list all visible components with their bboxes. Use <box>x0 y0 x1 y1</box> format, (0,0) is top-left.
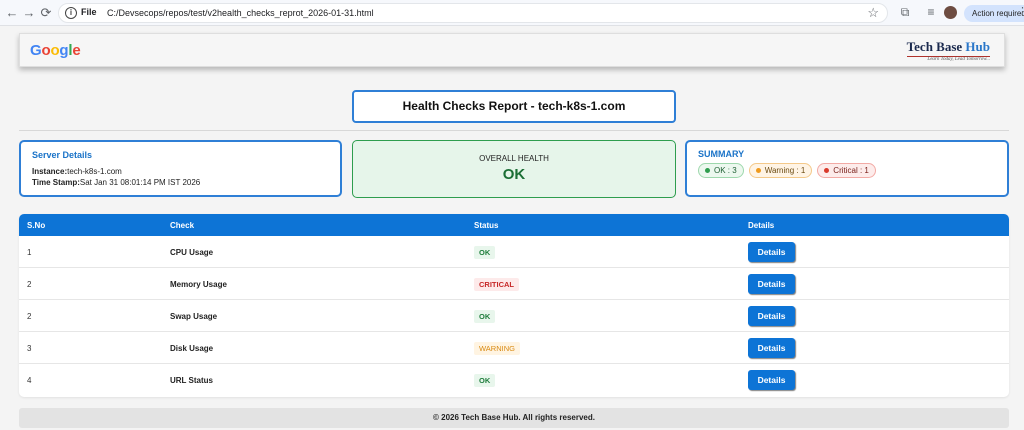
critical-dot-icon <box>824 168 830 173</box>
brand-name-main: Tech Base <box>906 39 966 54</box>
warning-dot-icon <box>755 168 761 173</box>
details-button[interactable]: Details <box>748 242 795 262</box>
cell-check: CPU Usage <box>170 248 214 257</box>
overall-health-value: OK <box>502 166 526 183</box>
details-button[interactable]: Details <box>748 370 795 390</box>
puzzle-icon[interactable]: ⧉ <box>898 5 912 19</box>
table-row: 1 CPU Usage OK Details <box>19 236 1009 268</box>
details-button[interactable]: Details <box>748 338 795 358</box>
tech-base-hub-logo: Tech Base Hub Learn Today, Lead Tomorrow… <box>906 39 990 62</box>
info-icon[interactable]: i <box>65 7 77 19</box>
timestamp-label: Time Stamp: <box>32 178 80 187</box>
critical-count-text: Critical : 1 <box>833 166 869 175</box>
table-row: 4 URL Status OK Details <box>19 364 1009 396</box>
cell-sno: 4 <box>27 376 32 385</box>
kebab-menu-icon[interactable]: ⋮ <box>1017 5 1024 18</box>
brand-tagline: Learn Today, Lead Tomorrow... <box>906 56 990 62</box>
google-logo: Google <box>30 42 81 59</box>
star-icon[interactable]: ☆ <box>867 5 879 21</box>
status-badge: CRITICAL <box>474 278 519 291</box>
health-checks-table: S.No Check Status Details 1 CPU Usage OK De… <box>19 214 1009 397</box>
table-row: 2 Memory Usage CRITICAL Details <box>19 268 1009 300</box>
overall-health-card: OVERALL HEALTH OK <box>352 140 676 198</box>
cell-sno: 3 <box>27 344 32 353</box>
overall-health-label: OVERALL HEALTH <box>479 154 549 163</box>
ok-count-badge: OK : 3 <box>698 163 744 178</box>
instance-line: Instance:tech-k8s-1.com <box>32 166 329 177</box>
instance-value: tech-k8s-1.com <box>67 167 122 176</box>
warning-count-badge: Warning : 1 <box>748 163 813 178</box>
ok-count-text: OK : 3 <box>714 166 737 175</box>
report-page: Google Tech Base Hub Learn Today, Lead T… <box>0 26 1024 430</box>
cell-sno: 1 <box>27 248 32 257</box>
status-badge: OK <box>474 246 496 259</box>
header-sno: S.No <box>27 221 46 230</box>
summary-pills: OK : 3 Warning : 1 Critical : 1 <box>698 163 996 178</box>
table-body: 1 CPU Usage OK Details 2 Memory Usage CRITICAL… <box>19 236 1009 396</box>
media-queue-icon[interactable]: ≡ <box>924 5 938 19</box>
server-details-heading: Server Details <box>32 150 93 160</box>
avatar-icon[interactable] <box>944 6 957 19</box>
timestamp-line: Time Stamp:Sat Jan 31 08:01:14 PM IST 20… <box>32 177 329 188</box>
arrow-right-icon[interactable]: → <box>21 5 37 21</box>
google-logo-letter: G <box>30 42 42 59</box>
timestamp-value: Sat Jan 31 08:01:14 PM IST 2026 <box>79 178 201 187</box>
action-required-button[interactable]: Action required <box>964 5 1024 22</box>
critical-count-badge: Critical : 1 <box>817 163 876 178</box>
url-text[interactable]: C:/Devsecops/repos/test/v2health_checks_… <box>107 8 374 18</box>
header-details: Details <box>748 221 775 230</box>
header-check: Check <box>170 221 195 230</box>
cell-check: Swap Usage <box>170 312 218 321</box>
cell-check: Disk Usage <box>170 344 214 353</box>
divider <box>19 130 1009 131</box>
brand-name: Tech Base Hub <box>907 39 990 55</box>
brand-name-accent: Hub <box>965 39 990 54</box>
status-badge: WARNING <box>474 342 520 355</box>
cell-sno: 2 <box>27 312 32 321</box>
arrow-left-icon[interactable]: ← <box>4 5 20 21</box>
cell-sno: 2 <box>27 280 32 289</box>
footer: © 2026 Tech Base Hub. All rights reserve… <box>19 408 1009 428</box>
status-badge: OK <box>474 310 496 323</box>
reload-icon[interactable]: ⟳ <box>38 5 54 21</box>
cell-check: Memory Usage <box>170 280 227 289</box>
google-logo-letter: e <box>72 42 81 59</box>
table-row: 3 Disk Usage WARNING Details <box>19 332 1009 364</box>
table-row: 2 Swap Usage OK Details <box>19 300 1009 332</box>
warning-count-text: Warning : 1 <box>764 166 806 175</box>
page-header: Google Tech Base Hub Learn Today, Lead T… <box>19 33 1005 67</box>
file-scheme-label: File <box>81 7 97 17</box>
table-header: S.No Check Status Details <box>19 214 1009 236</box>
header-status: Status <box>474 221 499 230</box>
instance-label: Instance: <box>32 167 68 176</box>
details-button[interactable]: Details <box>748 274 795 294</box>
address-bar[interactable]: i File C:/Devsecops/repos/test/v2health_… <box>58 3 888 23</box>
status-badge: OK <box>474 374 496 387</box>
details-button[interactable]: Details <box>748 306 795 326</box>
ok-dot-icon <box>705 168 710 173</box>
cell-check: URL Status <box>170 376 213 385</box>
server-details-card: Server Details Instance:tech-k8s-1.com T… <box>19 140 342 197</box>
summary-card: SUMMARY OK : 3 Warning : 1 Critical : 1 <box>685 140 1009 197</box>
page-title: Health Checks Report - tech-k8s-1.com <box>352 90 676 123</box>
summary-heading: SUMMARY <box>698 149 745 159</box>
browser-toolbar: ← → ⟳ i File C:/Devsecops/repos/test/v2h… <box>0 0 1024 26</box>
